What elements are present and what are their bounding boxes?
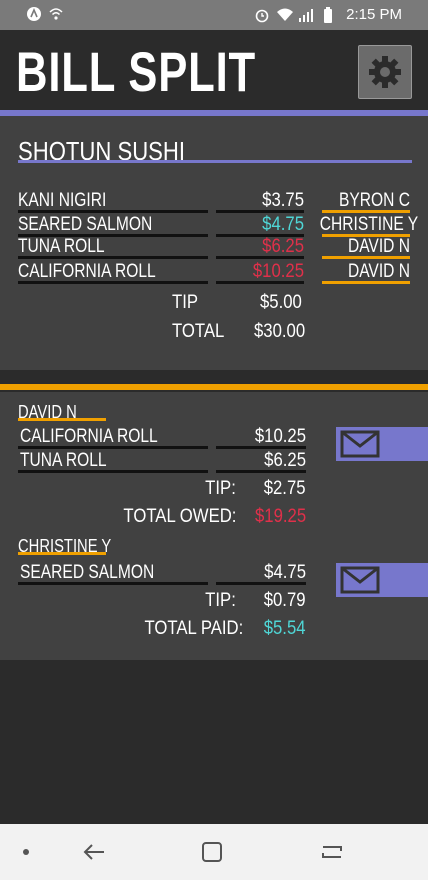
total-value: $30.00 xyxy=(254,321,306,342)
person-underline xyxy=(18,552,106,555)
item-assignee[interactable]: DAVID N xyxy=(320,236,410,258)
dot-icon[interactable] xyxy=(16,836,36,868)
back-icon[interactable] xyxy=(78,836,110,868)
wifi-icon xyxy=(276,7,294,23)
gear-icon xyxy=(369,56,401,88)
app-title: BILL SPLIT xyxy=(16,40,256,103)
tip-value: $0.79 xyxy=(264,590,306,611)
split-item-row: CALIFORNIA ROLL $10.25 xyxy=(0,426,330,450)
tip-label: TIP: xyxy=(205,478,236,499)
battery-icon xyxy=(320,6,336,23)
item-underline xyxy=(18,470,208,473)
receipt-item-row[interactable]: KANI NIGIRI $3.75 BYRON C xyxy=(0,190,428,214)
app-header: BILL SPLIT xyxy=(0,30,428,110)
receipt-item-row[interactable]: TUNA ROLL $6.25 DAVID N xyxy=(0,236,428,260)
total-paid-value: $5.54 xyxy=(264,618,306,639)
tip-value: $2.75 xyxy=(264,478,306,499)
item-name: TUNA ROLL xyxy=(18,236,105,257)
item-assignee[interactable]: CHRISTINE Y xyxy=(320,214,418,236)
restaurant-divider xyxy=(18,160,412,163)
split-item-row: SEARED SALMON $4.75 xyxy=(0,562,330,586)
item-underline xyxy=(18,256,208,259)
assignee-underline xyxy=(322,256,410,259)
item-name: SEARED SALMON xyxy=(18,214,153,235)
item-price: $4.75 xyxy=(262,214,304,235)
item-underline xyxy=(18,210,208,213)
split-item-price: $4.75 xyxy=(264,562,306,583)
split-item-name: TUNA ROLL xyxy=(20,450,107,471)
signal-icon xyxy=(298,7,314,23)
item-price: $6.25 xyxy=(262,236,304,257)
recents-icon[interactable] xyxy=(316,836,348,868)
a-icon xyxy=(26,6,42,22)
price-underline xyxy=(216,582,306,585)
tip-label: TIP xyxy=(172,292,199,313)
email-button[interactable] xyxy=(336,563,428,597)
price-underline xyxy=(216,446,306,449)
item-price: $10.25 xyxy=(252,261,304,282)
tip-label: TIP: xyxy=(205,590,236,611)
item-assignee[interactable]: DAVID N xyxy=(320,261,410,283)
total-paid-label: TOTAL PAID: xyxy=(144,618,243,639)
price-underline xyxy=(216,281,304,284)
section-divider xyxy=(0,384,428,390)
item-name: KANI NIGIRI xyxy=(18,190,107,211)
split-item-price: $10.25 xyxy=(254,426,306,447)
item-underline xyxy=(18,446,208,449)
mail-icon xyxy=(340,566,380,594)
tip-value: $5.00 xyxy=(260,292,302,313)
total-owed-value: $19.25 xyxy=(254,506,306,527)
split-item-price: $6.25 xyxy=(264,450,306,471)
item-underline xyxy=(18,281,208,284)
price-underline xyxy=(216,470,306,473)
item-name: CALIFORNIA ROLL xyxy=(18,261,156,282)
person-underline xyxy=(18,418,106,421)
price-underline xyxy=(216,210,304,213)
assignee-underline xyxy=(322,281,410,284)
settings-button[interactable] xyxy=(358,45,412,99)
assignee-underline xyxy=(322,210,410,213)
total-label: TOTAL xyxy=(172,321,225,342)
price-underline xyxy=(216,256,304,259)
item-underline xyxy=(18,582,208,585)
wifi-call-icon xyxy=(48,6,64,22)
status-bar: 2:15 PM xyxy=(0,0,428,30)
email-button[interactable] xyxy=(336,427,428,461)
split-card: DAVID N CALIFORNIA ROLL $10.25 TUNA ROLL… xyxy=(0,392,428,660)
mail-icon xyxy=(340,430,380,458)
item-price: $3.75 xyxy=(262,190,304,211)
total-owed-label: TOTAL OWED: xyxy=(122,506,236,527)
status-time: 2:15 PM xyxy=(346,6,402,23)
split-item-name: CALIFORNIA ROLL xyxy=(20,426,158,447)
item-assignee[interactable]: BYRON C xyxy=(320,190,410,212)
split-item-name: SEARED SALMON xyxy=(20,562,155,583)
home-icon[interactable] xyxy=(196,836,228,868)
receipt-item-row[interactable]: CALIFORNIA ROLL $10.25 DAVID N xyxy=(0,261,428,285)
receipt-card: SHOTUN SUSHI KANI NIGIRI $3.75 BYRON C S… xyxy=(0,116,428,370)
split-item-row: TUNA ROLL $6.25 xyxy=(0,450,330,474)
system-nav-bar xyxy=(0,824,428,880)
receipt-item-row[interactable]: SEARED SALMON $4.75 CHRISTINE Y xyxy=(0,214,428,238)
alarm-icon xyxy=(254,7,270,23)
